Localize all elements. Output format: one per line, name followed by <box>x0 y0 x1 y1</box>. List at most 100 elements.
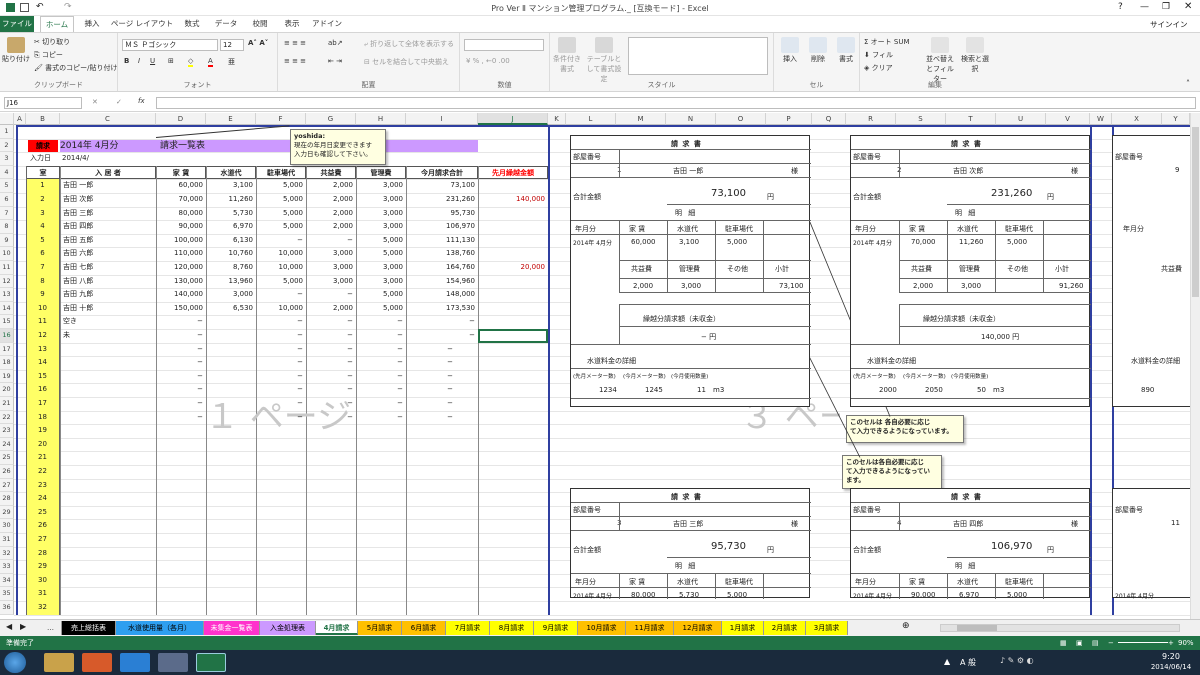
currency-icon[interactable]: ¥ % , ←0 .00 <box>466 57 510 65</box>
column-header-p[interactable]: P <box>766 113 812 125</box>
tab-file[interactable]: ファイル <box>0 16 34 32</box>
room-number-cell[interactable]: 20 <box>26 437 60 452</box>
cell-r12-c5[interactable]: 3,000 <box>306 275 353 289</box>
cell-r7-c6[interactable]: 3,000 <box>356 207 403 221</box>
cell-r9-c0[interactable]: 5 <box>26 233 60 248</box>
tab-view[interactable]: 表示 <box>278 16 306 32</box>
column-header-q[interactable]: Q <box>812 113 846 125</box>
cell-r13-c5[interactable]: − <box>306 288 353 302</box>
row-header-1[interactable]: 1 <box>0 125 14 139</box>
tab-home[interactable]: ホーム <box>40 16 74 32</box>
signin-link[interactable]: サインイン <box>1150 19 1188 30</box>
cell-r8-c7[interactable]: 106,970 <box>406 220 475 234</box>
cell-r16-c5[interactable]: − <box>306 329 353 343</box>
cell-r15-c0[interactable]: 11 <box>26 315 60 329</box>
row-header-8[interactable]: 8 <box>0 220 14 234</box>
tab-data[interactable]: データ <box>210 16 242 32</box>
column-header-v[interactable]: V <box>1046 113 1090 125</box>
column-header-i[interactable]: I <box>406 113 478 125</box>
sheet-tab-10[interactable]: 9月請求 <box>534 621 578 635</box>
row-header-2[interactable]: 2 <box>0 138 14 153</box>
cell-r15-c1[interactable]: 空き <box>60 315 156 329</box>
cell-r7-c7[interactable]: 95,730 <box>406 207 476 221</box>
row-header-12[interactable]: 12 <box>0 274 14 289</box>
cell-r10-c4[interactable]: 10,000 <box>256 247 304 261</box>
vertical-scroll-thumb[interactable] <box>1192 127 1199 297</box>
sheet-tab-14[interactable]: 1月請求 <box>722 621 764 635</box>
cell-r16-c1[interactable]: 未 <box>60 329 156 343</box>
name-box[interactable]: J16 <box>4 97 82 109</box>
cell-r16-c6[interactable]: − <box>356 329 403 343</box>
room-number-cell[interactable]: 32 <box>26 601 60 615</box>
cell-r11-c5[interactable]: 3,000 <box>306 261 353 275</box>
cell-r6-c5[interactable]: 2,000 <box>306 193 353 207</box>
row-header-16[interactable]: 16 <box>0 329 14 343</box>
sheet-tab-1[interactable]: 売上総括表 <box>62 621 116 635</box>
cell-r7-c0[interactable]: 3 <box>26 206 60 221</box>
room-number-cell[interactable]: 18 <box>26 410 60 425</box>
row-header-3[interactable]: 3 <box>0 152 14 166</box>
format-painter-button[interactable]: 🖌 書式のコピー/貼り付け <box>34 63 117 73</box>
cell-r12-c4[interactable]: 5,000 <box>256 275 303 289</box>
column-header-a[interactable]: A <box>14 113 26 125</box>
minimize-icon[interactable]: — <box>1140 2 1149 12</box>
sheet-tab-15[interactable]: 2月請求 <box>764 621 806 635</box>
cell-styles-gallery[interactable] <box>628 37 768 75</box>
column-header-r[interactable]: R <box>846 113 896 125</box>
row-header-26[interactable]: 26 <box>0 465 14 479</box>
cell-r5-c4[interactable]: 5,000 <box>256 179 303 193</box>
row-header-29[interactable]: 29 <box>0 505 14 520</box>
maximize-icon[interactable]: ❐ <box>1162 2 1170 12</box>
column-header-w[interactable]: W <box>1090 113 1112 125</box>
copy-button[interactable]: ⎘ コピー <box>34 50 63 60</box>
sheet-tab-2[interactable]: 水道使用量（各月） <box>116 621 204 635</box>
cell-r10-c0[interactable]: 6 <box>26 247 60 261</box>
column-header-m[interactable]: M <box>616 113 666 125</box>
comment-box-2[interactable]: このセルは 各自必要に応じ て入力できるようになっています。 <box>846 414 964 443</box>
find-select-button[interactable]: 検索と選択 <box>960 37 990 74</box>
cell-r13-c3[interactable]: 3,000 <box>206 288 253 302</box>
row-header-15[interactable]: 15 <box>0 315 14 329</box>
conditional-format-button[interactable]: 条件付き書式 <box>552 37 582 74</box>
cell-r14-c4[interactable]: 10,000 <box>256 302 304 316</box>
help-icon[interactable]: ? <box>1118 2 1123 12</box>
zoom-slider[interactable] <box>1118 642 1168 643</box>
vertical-scrollbar[interactable] <box>1190 113 1200 619</box>
cell-r5-c2[interactable]: 60,000 <box>156 179 204 193</box>
phonetic-icon[interactable]: 亜 <box>228 57 235 67</box>
cell-r8-c1[interactable]: 吉田 四郎 <box>60 220 156 234</box>
delete-cells-button[interactable]: 削除 <box>804 37 832 64</box>
add-sheet-icon[interactable]: ⊕ <box>902 621 910 631</box>
cell-r6-c7[interactable]: 231,260 <box>406 193 475 207</box>
cell-r13-c2[interactable]: 140,000 <box>156 288 203 302</box>
column-header-k[interactable]: K <box>548 113 566 125</box>
cell-r5-c6[interactable]: 3,000 <box>356 179 403 193</box>
row-header-32[interactable]: 32 <box>0 546 14 561</box>
orientation-icon[interactable]: ab↗ <box>328 39 343 47</box>
fx-icon[interactable]: fx <box>138 97 145 105</box>
column-header-c[interactable]: C <box>60 113 156 125</box>
room-number-cell[interactable]: 26 <box>26 519 60 533</box>
room-number-cell[interactable]: 31 <box>26 587 60 601</box>
cell-r11-c1[interactable]: 吉田 七郎 <box>60 261 156 275</box>
autosum-button[interactable]: Σ オート SUM <box>864 37 910 47</box>
row-header-4[interactable]: 4 <box>0 165 14 180</box>
sheet-tab-0[interactable]: … <box>40 621 62 635</box>
clock-time[interactable]: 9:20 <box>1146 652 1196 661</box>
number-format-select[interactable] <box>464 39 544 51</box>
cell-r5-c7[interactable]: 73,100 <box>406 179 476 193</box>
row-header-24[interactable]: 24 <box>0 437 14 452</box>
sheet-tab-6[interactable]: 5月請求 <box>358 621 402 635</box>
worksheet-grid[interactable]: ABCDEFGHIJKLMNOPQRSTUVWXY 1 2 3 4 5 6 7 8 9 10 11 1… <box>0 113 1190 619</box>
column-header-b[interactable]: B <box>26 113 60 125</box>
cell-r14-c7[interactable]: 173,530 <box>406 302 475 316</box>
sheet-tab-11[interactable]: 10月請求 <box>578 621 626 635</box>
row-header-10[interactable]: 10 <box>0 247 14 261</box>
cell-r8-c3[interactable]: 6,970 <box>206 220 253 234</box>
cell-r6-c6[interactable]: 3,000 <box>356 193 403 207</box>
sort-filter-button[interactable]: 並べ替えとフィルター <box>924 37 956 84</box>
cell-r12-c6[interactable]: 3,000 <box>356 275 403 289</box>
row-header-7[interactable]: 7 <box>0 206 14 221</box>
cell-r11-c4[interactable]: 10,000 <box>256 261 304 275</box>
enter-icon[interactable]: ✓ <box>116 98 122 106</box>
